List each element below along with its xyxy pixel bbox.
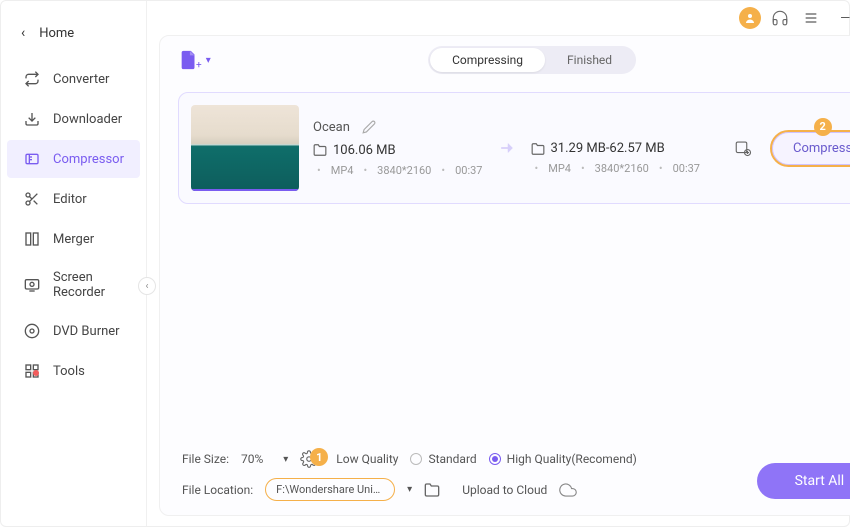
notification-dot-icon bbox=[33, 370, 39, 376]
sidebar-label: Compressor bbox=[53, 152, 124, 167]
chevron-down-icon: ▾ bbox=[283, 454, 288, 465]
filesize-label: File Size: bbox=[182, 452, 229, 466]
back-icon: ‹ bbox=[21, 25, 25, 41]
sidebar: ‹ Home Converter Downloader Compressor bbox=[1, 1, 147, 526]
filesize-value: 70% bbox=[241, 452, 263, 466]
sidebar-label: Screen Recorder bbox=[53, 270, 124, 300]
add-file-button[interactable]: + ▾ bbox=[178, 49, 211, 71]
chevron-down-icon[interactable]: ▾ bbox=[407, 484, 412, 495]
filesize-settings-button[interactable]: 1 bbox=[300, 450, 318, 468]
home-label: Home bbox=[39, 26, 74, 41]
compress-button[interactable]: Compress bbox=[772, 132, 850, 165]
screen-recorder-icon bbox=[23, 276, 41, 294]
sidebar-label: Editor bbox=[53, 192, 87, 207]
quality-low-label: Low Quality bbox=[336, 452, 398, 466]
sidebar-item-merger[interactable]: Merger bbox=[7, 220, 140, 258]
open-folder-button[interactable] bbox=[424, 482, 440, 498]
edit-name-icon[interactable] bbox=[362, 120, 376, 134]
source-resolution: 3840*2160 bbox=[377, 164, 431, 177]
sidebar-item-compressor[interactable]: Compressor bbox=[7, 140, 140, 178]
target-info: 31.29 MB-62.57 MB MP4 3840*2160 00:37 bbox=[531, 141, 701, 175]
tab-switch: Compressing Finished bbox=[428, 46, 636, 74]
sidebar-item-tools[interactable]: Tools bbox=[7, 352, 140, 390]
home-nav[interactable]: ‹ Home bbox=[1, 11, 146, 59]
quality-high-label: High Quality(Recomend) bbox=[507, 452, 637, 466]
item-settings-button[interactable] bbox=[728, 139, 758, 157]
sidebar-label: DVD Burner bbox=[53, 324, 120, 339]
tab-compressing[interactable]: Compressing bbox=[430, 48, 545, 72]
dvd-burner-icon bbox=[23, 322, 41, 340]
folder-icon bbox=[313, 143, 327, 157]
folder-icon bbox=[531, 142, 545, 156]
sidebar-item-screen-recorder[interactable]: Screen Recorder bbox=[7, 260, 140, 310]
minimize-button[interactable]: — bbox=[837, 11, 850, 26]
target-size: 31.29 MB-62.57 MB bbox=[551, 141, 665, 156]
target-resolution: 3840*2160 bbox=[595, 162, 649, 175]
editor-icon bbox=[23, 190, 41, 208]
target-duration: 00:37 bbox=[673, 162, 700, 175]
compressor-icon bbox=[23, 150, 41, 168]
location-label: File Location: bbox=[182, 483, 253, 497]
downloader-icon bbox=[23, 110, 41, 128]
quality-standard-label: Standard bbox=[428, 452, 476, 466]
upload-cloud-label: Upload to Cloud bbox=[462, 483, 547, 497]
sidebar-item-converter[interactable]: Converter bbox=[7, 60, 140, 98]
sidebar-item-dvd-burner[interactable]: DVD Burner bbox=[7, 312, 140, 350]
tab-finished[interactable]: Finished bbox=[545, 48, 634, 72]
user-avatar-icon[interactable] bbox=[739, 7, 761, 29]
bottom-bar: File Size: 70% ▾ 1 Low Quality Standa bbox=[160, 440, 850, 515]
support-icon[interactable] bbox=[767, 5, 793, 31]
quality-high-option[interactable]: High Quality(Recomend) bbox=[489, 452, 637, 466]
app-window: ‹ Home Converter Downloader Compressor bbox=[0, 0, 850, 527]
menu-icon[interactable] bbox=[799, 6, 823, 30]
quality-standard-option[interactable]: Standard bbox=[410, 452, 476, 466]
sidebar-label: Downloader bbox=[53, 112, 122, 127]
upload-cloud-button[interactable] bbox=[559, 481, 577, 499]
tools-icon bbox=[23, 362, 41, 380]
sidebar-item-downloader[interactable]: Downloader bbox=[7, 100, 140, 138]
source-size: 106.06 MB bbox=[333, 143, 396, 158]
start-all-button[interactable]: Start All bbox=[757, 463, 850, 499]
arrow-icon bbox=[497, 138, 517, 158]
panel-header: + ▾ Compressing Finished bbox=[160, 36, 850, 84]
source-duration: 00:37 bbox=[455, 164, 482, 177]
quality-low-option[interactable]: Low Quality bbox=[336, 452, 398, 466]
chevron-down-icon: ▾ bbox=[206, 55, 211, 66]
target-format: MP4 bbox=[548, 162, 571, 175]
sidebar-label: Tools bbox=[53, 364, 85, 379]
step-badge-2: 2 bbox=[814, 118, 832, 136]
converter-icon bbox=[23, 70, 41, 88]
radio-selected-icon bbox=[489, 453, 501, 465]
file-location-field[interactable]: F:\Wondershare UniConverter 1 bbox=[265, 478, 395, 501]
video-thumbnail[interactable] bbox=[191, 105, 299, 191]
sidebar-item-editor[interactable]: Editor bbox=[7, 180, 140, 218]
sidebar-label: Merger bbox=[53, 232, 94, 247]
sidebar-label: Converter bbox=[53, 72, 109, 87]
file-name: Ocean bbox=[313, 120, 350, 135]
titlebar: — ☐ ✕ bbox=[147, 1, 850, 35]
file-item: Ocean 106.06 MB MP4 3840*2160 bbox=[178, 92, 850, 204]
merger-icon bbox=[23, 230, 41, 248]
main-area: — ☐ ✕ + ▾ Compressing Finished bbox=[147, 1, 850, 526]
filesize-select[interactable]: 70% ▾ bbox=[241, 452, 288, 466]
source-format: MP4 bbox=[331, 164, 354, 177]
content-panel: + ▾ Compressing Finished Ocean bbox=[159, 35, 850, 516]
window-controls: — ☐ ✕ bbox=[837, 11, 850, 26]
step-badge-1: 1 bbox=[310, 448, 328, 466]
radio-icon bbox=[410, 453, 422, 465]
source-info: 106.06 MB MP4 3840*2160 00:37 bbox=[313, 143, 483, 177]
